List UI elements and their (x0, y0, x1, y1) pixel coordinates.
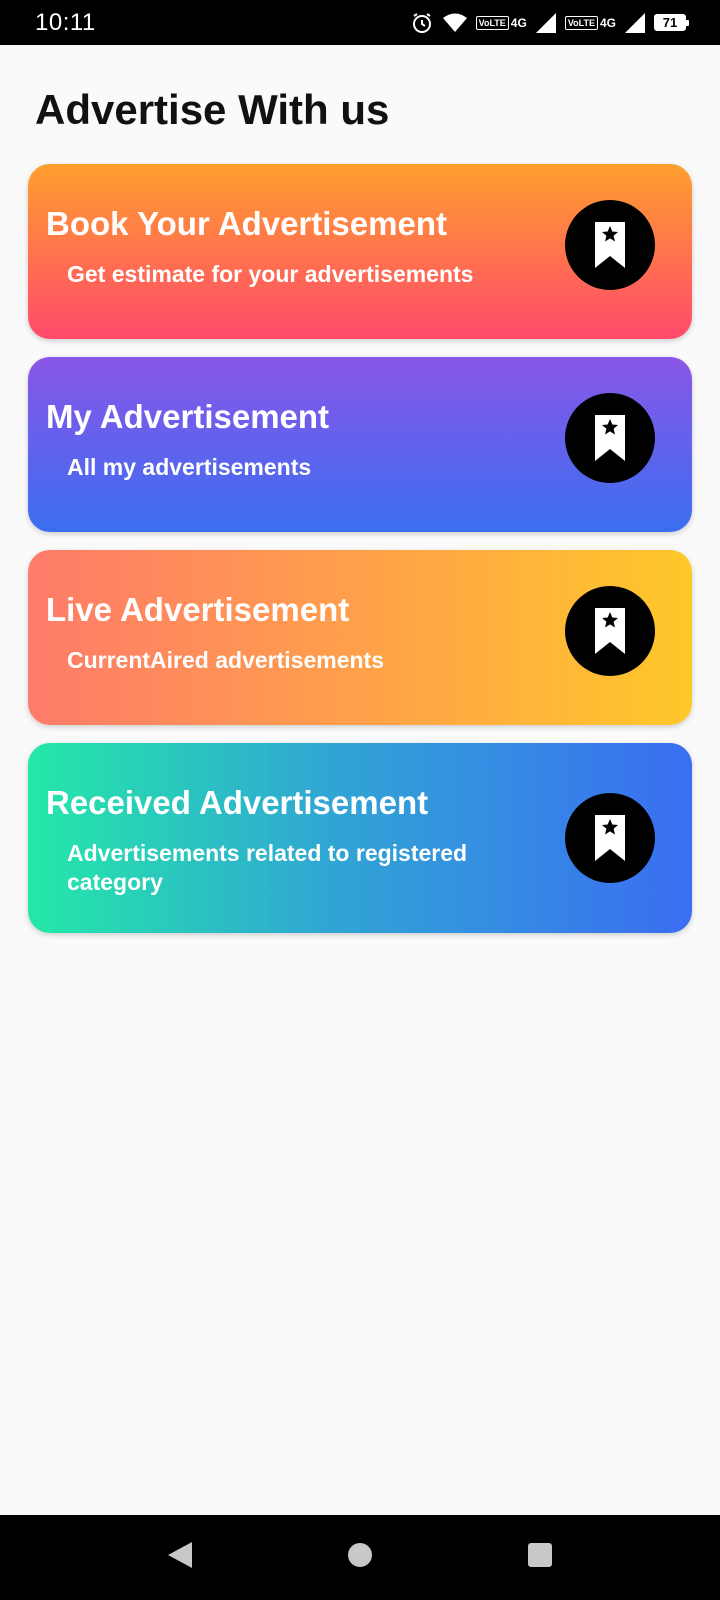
signal-icon (624, 12, 646, 34)
battery-icon: 71 (654, 14, 689, 31)
home-button[interactable] (330, 1528, 390, 1588)
network-indicator-1: VoLTE 4G (475, 15, 527, 30)
alarm-icon (410, 11, 434, 35)
volte-badge: VoLTE (475, 15, 509, 30)
card-subtitle: All my advertisements (67, 454, 312, 480)
live-advertisement-card[interactable]: Live Advertisement CurrentAired advertis… (28, 550, 692, 725)
card-title: Received Advertisement (46, 784, 429, 821)
card-subtitle: CurrentAired advertisements (67, 647, 384, 673)
volte-badge: VoLTE (564, 15, 598, 30)
card-title: Book Your Advertisement (46, 205, 447, 242)
card-title: My Advertisement (46, 398, 330, 435)
navigation-bar (0, 1515, 720, 1600)
network-indicator-2: VoLTE 4G (564, 15, 616, 30)
status-icons: VoLTE 4G VoLTE 4G 71 (410, 11, 689, 35)
signal-icon (535, 12, 557, 34)
received-advertisement-card[interactable]: Received Advertisement Advertisements re… (28, 743, 692, 933)
bookmark-star-icon (565, 393, 655, 483)
bookmark-star-icon (565, 586, 655, 676)
back-button[interactable] (150, 1528, 210, 1588)
home-icon (346, 1541, 374, 1574)
card-subtitle: Advertisements related to registered cat… (67, 840, 468, 895)
book-advertisement-card[interactable]: Book Your Advertisement Get estimate for… (28, 164, 692, 339)
my-advertisement-card[interactable]: My Advertisement All my advertisements (28, 357, 692, 532)
bookmark-star-icon (565, 793, 655, 883)
bookmark-star-icon (565, 200, 655, 290)
back-icon (166, 1540, 194, 1575)
network-type: 4G (510, 15, 527, 30)
card-title: Live Advertisement (46, 591, 350, 628)
wifi-icon (442, 12, 468, 34)
status-bar: 10:11 VoLTE 4G VoLTE 4G 71 (0, 0, 720, 45)
recents-button[interactable] (510, 1528, 570, 1588)
status-time: 10:11 (35, 8, 96, 36)
recents-icon (526, 1541, 554, 1574)
network-type: 4G (599, 15, 616, 30)
card-subtitle: Get estimate for your advertisements (67, 261, 474, 287)
page-title: Advertise With us (35, 86, 390, 133)
